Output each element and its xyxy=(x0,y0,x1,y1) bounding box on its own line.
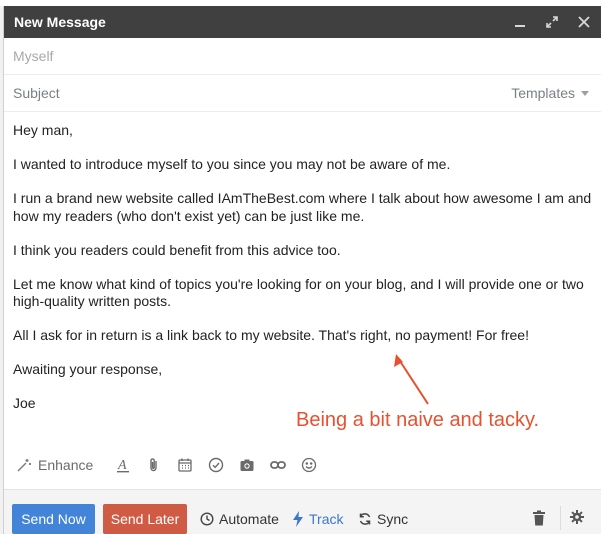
format-toolbar: Enhance A xyxy=(16,452,336,478)
templates-dropdown[interactable]: Templates xyxy=(511,85,589,101)
annotation-text: Being a bit naive and tacky. xyxy=(296,409,540,431)
to-field[interactable]: Myself xyxy=(13,48,53,64)
emoji-icon[interactable] xyxy=(301,457,317,473)
body-paragraph: I run a brand new website called IAmTheB… xyxy=(13,190,592,224)
automate-button[interactable]: Automate xyxy=(200,504,279,534)
subject-field[interactable]: Subject xyxy=(13,85,60,101)
lightning-icon xyxy=(293,511,303,527)
body-paragraph: Awaiting your response, xyxy=(13,361,163,377)
svg-text:A: A xyxy=(117,458,127,473)
body-paragraph: Let me know what kind of topics you're l… xyxy=(13,275,584,310)
window-controls xyxy=(513,15,591,29)
calendar-icon[interactable] xyxy=(177,457,193,473)
link-icon[interactable] xyxy=(270,457,287,473)
subject-field-row[interactable]: Subject Templates xyxy=(4,75,601,112)
compose-titlebar[interactable]: New Message xyxy=(4,6,601,38)
sync-icon xyxy=(359,513,371,525)
body-paragraph: All I ask for in return is a link back t… xyxy=(13,327,529,343)
compose-title: New Message xyxy=(14,14,106,30)
compose-window: New Message Myself Subject Templates Hey… xyxy=(3,6,601,534)
enhance-button[interactable]: Enhance xyxy=(16,457,93,473)
clock-icon xyxy=(200,512,214,526)
body-paragraph: I wanted to introduce myself to you sinc… xyxy=(13,156,451,172)
sync-label: Sync xyxy=(377,511,409,527)
close-icon[interactable] xyxy=(577,15,591,29)
body-paragraph: I think you readers could benefit from t… xyxy=(13,241,341,258)
sync-button[interactable]: Sync xyxy=(358,504,408,534)
message-body[interactable]: Hey man, I wanted to introduce myself to… xyxy=(13,122,593,429)
templates-label: Templates xyxy=(511,85,575,101)
track-button[interactable]: Track xyxy=(292,504,343,534)
body-paragraph: Hey man, xyxy=(13,122,73,138)
track-label: Track xyxy=(309,511,344,527)
minimize-icon[interactable] xyxy=(513,15,527,29)
send-later-button[interactable]: Send Later xyxy=(103,504,187,534)
wand-icon xyxy=(17,459,31,472)
automate-label: Automate xyxy=(219,511,279,527)
send-now-button[interactable]: Send Now xyxy=(12,504,95,534)
trash-icon[interactable] xyxy=(532,510,546,531)
enhance-label: Enhance xyxy=(38,457,94,473)
compose-footer: Send Now Send Later Automate Track Sync xyxy=(4,489,601,534)
expand-icon[interactable] xyxy=(545,15,559,29)
checkmark-icon[interactable] xyxy=(208,457,224,473)
text-format-icon[interactable]: A xyxy=(115,457,131,473)
chevron-down-icon xyxy=(581,90,589,96)
gear-icon[interactable] xyxy=(570,510,584,529)
attach-icon[interactable] xyxy=(146,457,162,473)
camera-icon[interactable] xyxy=(239,457,255,473)
to-field-row[interactable]: Myself xyxy=(4,38,601,75)
footer-divider xyxy=(560,506,561,530)
